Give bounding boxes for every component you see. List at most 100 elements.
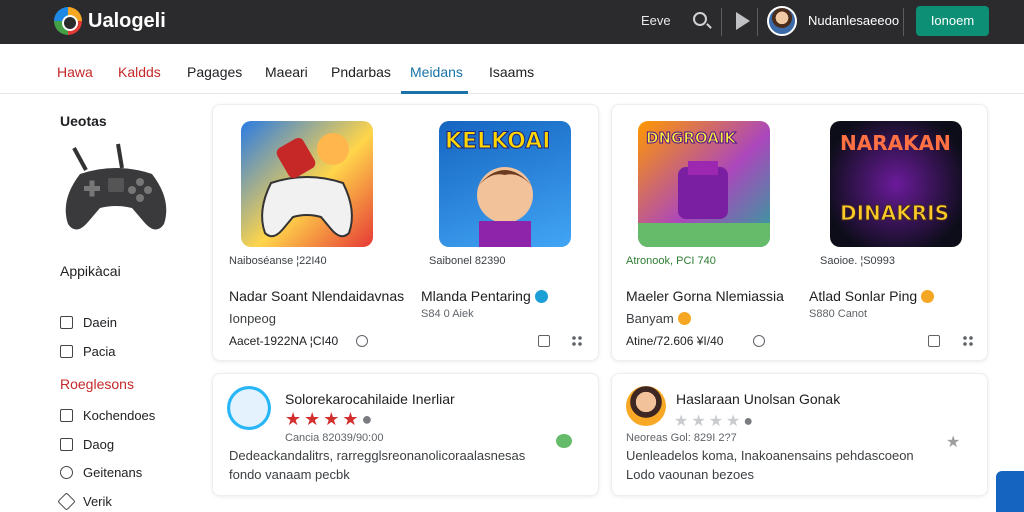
monster-art-icon xyxy=(638,161,770,247)
rating-circle-icon: ● xyxy=(361,409,376,429)
app-title[interactable]: Mlanda Pentaring xyxy=(421,288,548,304)
app-thumbnail[interactable] xyxy=(241,121,373,247)
tab-6[interactable]: Isaams xyxy=(489,64,534,80)
floating-action-button[interactable] xyxy=(996,471,1024,512)
top-bar: Ualogeli Eeve Nudanlesaeeoo Ionoem xyxy=(0,0,1024,44)
review-meta: Neoreas Gol: 829I 2?7 xyxy=(626,432,737,444)
play-icon[interactable] xyxy=(736,12,750,30)
app-subtitle-text: Banyam xyxy=(626,311,674,326)
gamepad-icon xyxy=(65,143,167,230)
tab-0[interactable]: Hawa xyxy=(57,64,93,80)
more-options-icon[interactable] xyxy=(571,335,583,347)
top-nav-link[interactable]: Eeve xyxy=(641,13,671,28)
app-meta: Saibonel 82390 xyxy=(429,255,506,267)
emoji-icon xyxy=(677,312,691,325)
reviewer-avatar xyxy=(626,386,666,426)
app-title[interactable]: Atlad Sonlar Ping xyxy=(809,288,935,304)
app-subtitle: S84 0 Aiek xyxy=(421,308,474,320)
user-avatar[interactable] xyxy=(767,6,797,36)
app-logo-icon[interactable] xyxy=(54,7,82,35)
tab-4[interactable]: Pndarbas xyxy=(331,64,391,80)
checkbox-icon[interactable] xyxy=(928,335,940,347)
sidebar-item-label: Verik xyxy=(83,494,112,509)
star-rating: ★★★★● xyxy=(285,409,376,429)
review-body: Uenleadelos koma, Inakoanensains pehdasc… xyxy=(626,446,914,484)
app-title[interactable]: Maeler Gorna Nlemiassia xyxy=(626,288,784,304)
more-options-icon[interactable] xyxy=(962,335,974,347)
share-icon[interactable] xyxy=(753,335,765,347)
sidebar-item-label: Daog xyxy=(83,437,115,452)
review-body: Dedeackandalitrs, rarregglsreonanolicora… xyxy=(229,446,525,484)
divider xyxy=(903,8,904,36)
review-body-line: Uenleadelos koma, Inakoanensains pehdasc… xyxy=(626,448,914,463)
tab-1[interactable]: Kaldds xyxy=(118,64,161,80)
tab-3[interactable]: Maeari xyxy=(265,64,308,80)
app-title-text: Atlad Sonlar Ping xyxy=(809,288,918,304)
review-logo-icon xyxy=(227,386,271,430)
folder-icon xyxy=(60,438,73,451)
thumbnail-art-text: NARAKAN xyxy=(840,131,951,155)
brand-name[interactable]: Ualogeli xyxy=(88,10,166,33)
sidebar-item-label: Kochendoes xyxy=(83,408,156,423)
review-title[interactable]: Haslaraan Unolsan Gonak xyxy=(676,391,840,407)
tab-2[interactable]: Pagages xyxy=(187,64,242,80)
app-price: Atine/72.606 ¥I/40 xyxy=(626,334,724,348)
share-icon[interactable] xyxy=(356,335,368,347)
sidebar-item[interactable]: Geitenans xyxy=(60,465,142,480)
user-name[interactable]: Nudanlesaeeoo xyxy=(808,13,899,28)
sidebar-item[interactable]: Pacia xyxy=(60,344,116,359)
app-title[interactable]: Nadar Soant Nlendaidavnas xyxy=(229,288,404,304)
app-subtitle: Ionpeog xyxy=(229,311,276,326)
review-title[interactable]: Solorekarocahilaide Inerliar xyxy=(285,391,455,407)
character-art-icon xyxy=(477,167,533,247)
app-meta: Atronook, PCI 740 xyxy=(626,255,716,267)
app-thumbnail[interactable]: DNGROAIK xyxy=(638,121,770,247)
sidebar-item[interactable]: Daog xyxy=(60,437,114,452)
primary-action-button[interactable]: Ionoem xyxy=(916,6,989,36)
sidebar-item-label: Geitenans xyxy=(83,465,143,480)
app-meta: Saoioe. ¦S0993 xyxy=(820,255,896,267)
square-icon xyxy=(60,316,73,329)
app-subtitle: S880 Canot xyxy=(809,308,868,320)
sidebar-heading: Ueotas xyxy=(60,113,107,129)
app-card: DNGROAIK Atronook, PCI 740 Maeler Gorna … xyxy=(611,104,988,361)
controller-art-icon xyxy=(261,133,353,238)
sidebar-heading: Roeglesons xyxy=(60,376,134,392)
star-icon[interactable]: ★ xyxy=(946,432,960,452)
review-card: Solorekarocahilaide Inerliar ★★★★● Canci… xyxy=(212,373,599,496)
divider xyxy=(721,8,722,36)
star-rating: ★★★★● xyxy=(674,413,757,430)
app-meta: Naiboséanse ¦22I40 xyxy=(229,255,327,267)
sidebar-item[interactable]: Daein xyxy=(60,315,117,330)
sidebar: Ueotas Appikàcai Daein Pacia Roeglesons … xyxy=(0,95,200,512)
app-subtitle: Banyam xyxy=(626,311,691,326)
review-body-line: Dedeackandalitrs, rarregglsreonanolicora… xyxy=(229,448,526,463)
review-body-line: Lodo vaounan bezoes xyxy=(626,467,754,482)
sidebar-item[interactable]: Kochendoes xyxy=(60,408,155,423)
app-card: Naiboséanse ¦22I40 Nadar Soant Nlendaida… xyxy=(212,104,599,361)
search-icon[interactable] xyxy=(693,12,707,26)
app-title-text: Mlanda Pentaring xyxy=(421,288,531,304)
circle-icon xyxy=(60,466,73,479)
sidebar-item[interactable]: Verik xyxy=(57,492,112,511)
active-tab-indicator xyxy=(401,91,468,94)
edit-icon xyxy=(60,409,73,422)
reaction-icon[interactable] xyxy=(556,434,572,448)
sidebar-item-label: Pacia xyxy=(83,344,116,359)
review-meta: Cancia 82039/90:00 xyxy=(285,432,384,444)
rating-circle-icon: ● xyxy=(743,413,757,430)
thumbnail-art-text-2: DINAKRIS xyxy=(839,201,950,226)
sidebar-heading: Appikàcai xyxy=(60,263,121,279)
tab-5[interactable]: Meidans xyxy=(410,64,463,80)
verified-icon xyxy=(534,290,548,303)
app-thumbnail[interactable]: NARAKAN DINAKRIS xyxy=(830,121,962,247)
review-card: Haslaraan Unolsan Gonak ★★★★● Neoreas Go… xyxy=(611,373,988,496)
app-price: Aacet-1922NA ¦CI40 xyxy=(229,334,339,348)
sidebar-item-label: Daein xyxy=(83,315,117,330)
image-icon xyxy=(60,345,73,358)
divider xyxy=(757,8,758,36)
diamond-icon xyxy=(57,492,76,511)
review-body-line: fondo vanaam pecbk xyxy=(229,467,350,482)
app-thumbnail[interactable]: KELKOAI xyxy=(439,121,571,247)
bookmark-icon[interactable] xyxy=(538,335,550,347)
